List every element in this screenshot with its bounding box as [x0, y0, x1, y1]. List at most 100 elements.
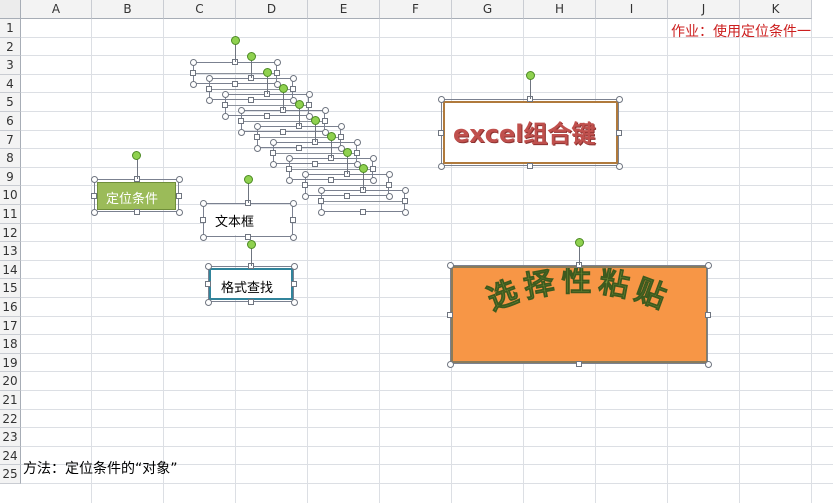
side-resize-handle[interactable] [222, 102, 228, 108]
row-header[interactable]: 2 [0, 38, 21, 56]
side-resize-handle[interactable] [270, 150, 276, 156]
corner-resize-handle[interactable] [437, 162, 445, 170]
rotate-handle[interactable] [294, 99, 304, 109]
corner-resize-handle[interactable] [175, 175, 183, 183]
corner-resize-handle[interactable] [337, 122, 345, 130]
rotate-handle[interactable] [132, 150, 141, 160]
corner-resize-handle[interactable] [446, 360, 454, 368]
side-resize-handle[interactable] [360, 209, 366, 215]
corner-resize-handle[interactable] [290, 298, 298, 306]
corner-resize-handle[interactable] [385, 170, 393, 178]
corner-resize-handle[interactable] [437, 95, 445, 103]
row-header[interactable]: 13 [0, 242, 21, 261]
side-resize-handle[interactable] [238, 118, 244, 124]
corner-resize-handle[interactable] [273, 58, 281, 66]
corner-resize-handle[interactable] [446, 261, 454, 269]
column-header[interactable]: K [740, 0, 812, 19]
column-header[interactable]: C [164, 0, 236, 19]
row-header[interactable]: 21 [0, 391, 21, 410]
side-resize-handle[interactable] [200, 217, 206, 223]
corner-resize-handle[interactable] [189, 80, 197, 88]
column-header[interactable]: F [380, 0, 452, 19]
corner-resize-handle[interactable] [285, 154, 293, 162]
rotate-handle[interactable] [262, 67, 272, 77]
row-header[interactable]: 1 [0, 19, 21, 38]
corner-resize-handle[interactable] [199, 199, 207, 207]
row-header[interactable]: 19 [0, 354, 21, 372]
row-header[interactable]: 22 [0, 410, 21, 428]
corner-resize-handle[interactable] [253, 144, 261, 152]
corner-resize-handle[interactable] [204, 262, 212, 270]
row-header[interactable]: 5 [0, 93, 21, 112]
row-header[interactable]: 12 [0, 224, 21, 242]
side-resize-handle[interactable] [386, 182, 392, 188]
rotate-handle[interactable] [243, 174, 253, 184]
column-header[interactable]: J [668, 0, 740, 19]
corner-resize-handle[interactable] [175, 208, 183, 216]
corner-resize-handle[interactable] [704, 261, 712, 269]
row-header[interactable]: 25 [0, 465, 21, 484]
corner-resize-handle[interactable] [189, 58, 197, 66]
row-header[interactable]: 11 [0, 205, 21, 224]
row-header[interactable]: 6 [0, 112, 21, 131]
row-header[interactable]: 9 [0, 168, 21, 186]
row-header[interactable]: 18 [0, 335, 21, 354]
corner-resize-handle[interactable] [704, 360, 712, 368]
cell-a24-method-text[interactable]: 方法：定位条件的“对象” [23, 458, 178, 478]
side-resize-handle[interactable] [705, 311, 711, 318]
corner-resize-handle[interactable] [90, 208, 98, 216]
row-header[interactable]: 23 [0, 428, 21, 447]
side-resize-handle[interactable] [248, 299, 254, 305]
side-resize-handle[interactable] [190, 70, 196, 76]
corner-resize-handle[interactable] [290, 262, 298, 270]
corner-resize-handle[interactable] [369, 154, 377, 162]
rotate-handle[interactable] [246, 51, 256, 61]
corner-resize-handle[interactable] [317, 186, 325, 194]
side-resize-handle[interactable] [447, 311, 453, 318]
corner-resize-handle[interactable] [237, 128, 245, 136]
corner-resize-handle[interactable] [221, 112, 229, 120]
side-resize-handle[interactable] [290, 86, 296, 92]
corner-resize-handle[interactable] [269, 138, 277, 146]
corner-resize-handle[interactable] [289, 74, 297, 82]
corner-resize-handle[interactable] [90, 175, 98, 183]
corner-resize-handle[interactable] [205, 74, 213, 82]
side-resize-handle[interactable] [206, 86, 212, 92]
side-resize-handle[interactable] [91, 192, 97, 199]
side-resize-handle[interactable] [286, 166, 292, 172]
row-header[interactable]: 17 [0, 317, 21, 335]
rotate-handle[interactable] [358, 163, 368, 173]
rotate-handle[interactable] [574, 237, 584, 247]
corner-resize-handle[interactable] [289, 233, 297, 241]
rotate-handle[interactable] [326, 131, 336, 141]
select-all-corner[interactable] [0, 0, 21, 19]
rotate-handle[interactable] [278, 83, 288, 93]
rotate-handle[interactable] [310, 115, 320, 125]
row-header[interactable]: 4 [0, 75, 21, 93]
corner-resize-handle[interactable] [615, 162, 623, 170]
side-resize-handle[interactable] [254, 134, 260, 140]
side-resize-handle[interactable] [354, 150, 360, 156]
corner-resize-handle[interactable] [285, 176, 293, 184]
side-resize-handle[interactable] [576, 361, 582, 367]
rotate-handle[interactable] [342, 147, 352, 157]
side-resize-handle[interactable] [176, 192, 182, 199]
row-header[interactable]: 24 [0, 447, 21, 465]
corner-resize-handle[interactable] [317, 208, 325, 216]
side-resize-handle[interactable] [402, 198, 408, 204]
column-header[interactable]: B [92, 0, 164, 19]
corner-resize-handle[interactable] [269, 160, 277, 168]
rotate-handle[interactable] [230, 35, 240, 45]
row-header[interactable]: 3 [0, 56, 21, 75]
column-header[interactable]: E [308, 0, 380, 19]
corner-resize-handle[interactable] [221, 90, 229, 98]
row-header[interactable]: 7 [0, 131, 21, 149]
corner-resize-handle[interactable] [321, 106, 329, 114]
corner-resize-handle[interactable] [204, 298, 212, 306]
corner-resize-handle[interactable] [301, 192, 309, 200]
corner-resize-handle[interactable] [301, 170, 309, 178]
side-resize-handle[interactable] [318, 198, 324, 204]
corner-resize-handle[interactable] [253, 122, 261, 130]
corner-resize-handle[interactable] [289, 199, 297, 207]
cell-j1-task-text[interactable]: 作业：使用定位条件一 [671, 21, 811, 41]
